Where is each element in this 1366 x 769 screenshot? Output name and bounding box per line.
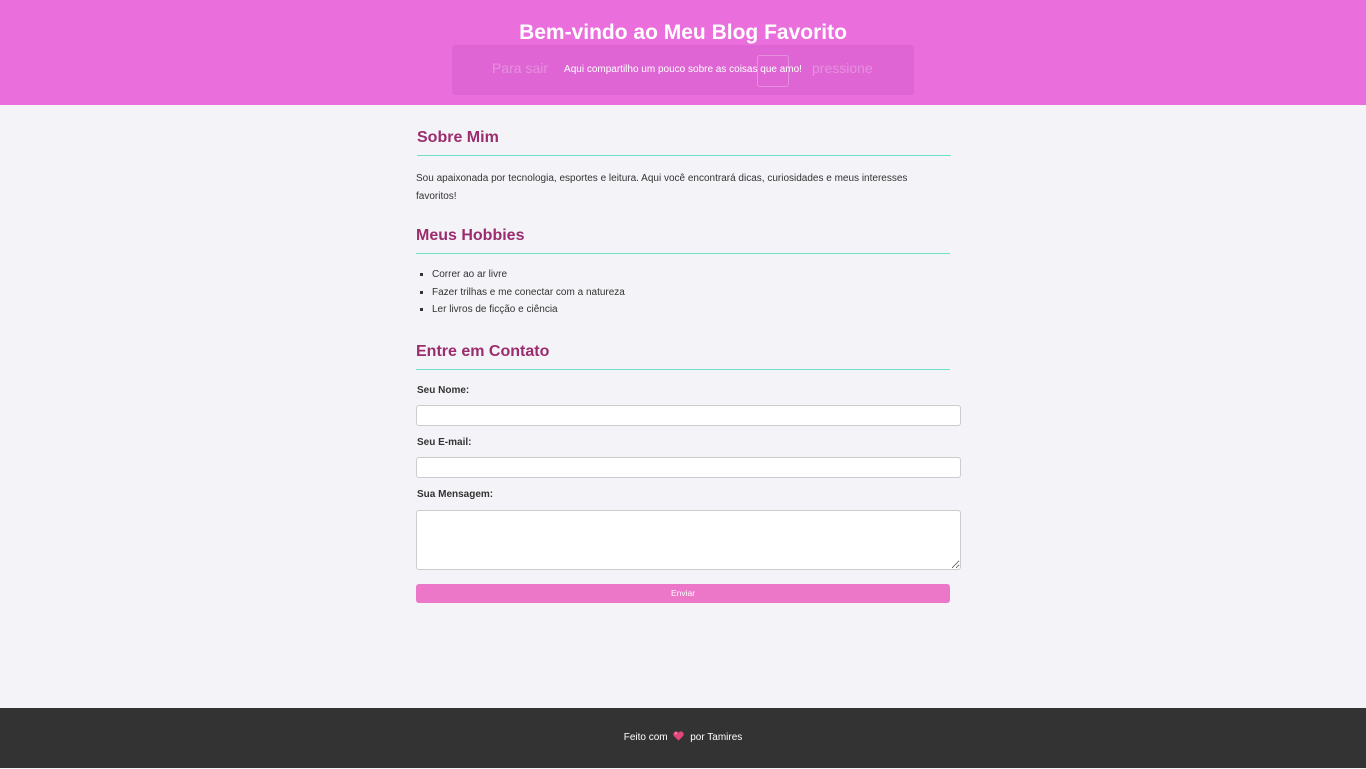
message-label: Sua Mensagem:	[417, 489, 494, 500]
footer-suffix: por Tamires	[690, 732, 743, 743]
submit-button[interactable]: Enviar	[416, 584, 950, 603]
email-field[interactable]	[416, 457, 961, 478]
page-title: Bem-vindo ao Meu Blog Favorito	[519, 21, 847, 44]
page-subtitle: Aqui compartilho um pouco sobre as coisa…	[564, 64, 802, 75]
email-label: Seu E-mail:	[417, 437, 472, 448]
about-heading: Sobre Mim	[417, 128, 951, 156]
contact-heading: Entre em Contato	[416, 342, 950, 370]
message-field[interactable]	[416, 510, 961, 570]
list-item: Correr ao ar livre	[432, 266, 625, 284]
footer-prefix: Feito com	[623, 732, 668, 743]
about-text: Sou apaixonada por tecnologia, esportes …	[416, 173, 908, 202]
list-item: Fazer trilhas e me conectar com a nature…	[432, 284, 625, 302]
name-label: Seu Nome:	[417, 385, 470, 396]
name-field[interactable]	[416, 405, 961, 426]
list-item: Ler livros de ficção e ciência	[432, 301, 625, 319]
heart-icon	[673, 709, 685, 741]
site-header: Bem-vindo ao Meu Blog Favorito Para sair…	[0, 0, 1366, 105]
hobbies-heading: Meus Hobbies	[416, 226, 950, 254]
site-footer: Feito com por Tamires	[0, 708, 1366, 768]
hobbies-list: Correr ao ar livre Fazer trilhas e me co…	[416, 266, 625, 319]
